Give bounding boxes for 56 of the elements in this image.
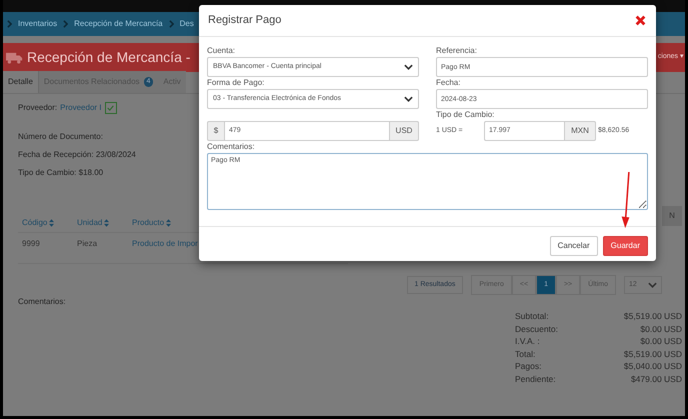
sort-icon — [104, 218, 110, 226]
total-label: Total: — [515, 348, 536, 360]
sort-icon — [166, 218, 172, 226]
checkmark-icon — [107, 105, 114, 111]
field-label: Forma de Pago: — [207, 77, 266, 89]
total-label: Subtotal: — [515, 310, 549, 322]
detail-text: Número de Documento: — [18, 131, 103, 143]
sort-icon — [49, 218, 54, 226]
total-value: $0.00 USD — [640, 335, 682, 348]
currency-suffix: USD — [389, 121, 419, 141]
detail-text: Tipo de Cambio: $18.00 — [18, 167, 104, 179]
chevron-right-icon — [7, 20, 12, 28]
breadcrumb-link[interactable]: Recepción de Mercancía — [74, 18, 163, 30]
dialog-title: Registrar Pago — [208, 13, 282, 28]
chevron-right-icon — [63, 20, 68, 28]
breadcrumb-link[interactable]: Inventarios — [18, 18, 58, 30]
page-title: Recepción de Mercancía - — [27, 48, 190, 67]
total-value: $0.00 USD — [640, 322, 682, 335]
cancel-button[interactable]: Cancelar — [550, 236, 598, 256]
total-label: I.V.A. : — [515, 335, 540, 348]
total-value: $5,519.00 USD — [624, 348, 682, 360]
supplier-label: Proveedor: — [18, 102, 58, 114]
currency-suffix: MXN — [564, 121, 596, 141]
column-header[interactable]: Producto — [128, 216, 248, 228]
field-label: Fecha: — [436, 77, 462, 89]
total-value: $5,519.00 USD — [624, 310, 682, 322]
total-value: $5,040.00 USD — [624, 360, 682, 372]
field-label: Comentarios: — [207, 141, 256, 153]
comments-label: Comentarios: — [18, 296, 66, 308]
total-label: Descuento: — [515, 322, 558, 335]
table-cell-text: 9999 — [21, 238, 41, 250]
detail-text: Fecha de Recepción: 23/08/2024 — [18, 149, 136, 161]
annotation-arrow — [620, 172, 632, 230]
side-button[interactable]: N — [662, 206, 682, 226]
supplier-link[interactable]: Proveedor I — [60, 102, 102, 114]
column-header[interactable]: Unidad — [73, 216, 128, 228]
chevron-down-icon — [648, 282, 657, 288]
currency-prefix: $ — [207, 121, 225, 141]
total-label: Pagos: — [515, 360, 542, 372]
chevron-down-icon — [404, 96, 413, 102]
close-icon — [635, 15, 646, 26]
field-label: Referencia: — [436, 45, 478, 57]
save-button[interactable]: Guardar — [602, 236, 648, 256]
tab[interactable]: Detalle — [3, 71, 39, 93]
column-header[interactable]: Código — [18, 216, 73, 228]
truck-icon — [6, 52, 23, 64]
total-value: $479.00 USD — [630, 372, 682, 385]
chevron-down-icon — [404, 64, 413, 70]
field-label: Cuenta: — [207, 45, 236, 57]
chevron-right-icon — [168, 20, 174, 28]
close-button[interactable] — [635, 14, 647, 26]
field-label: Tipo de Cambio: — [436, 109, 496, 121]
table-cell-text: Pieza — [76, 238, 98, 250]
breadcrumb-link[interactable]: Des — [180, 18, 194, 30]
total-label: Pendiente: — [515, 372, 556, 385]
checkbox[interactable] — [104, 102, 116, 114]
